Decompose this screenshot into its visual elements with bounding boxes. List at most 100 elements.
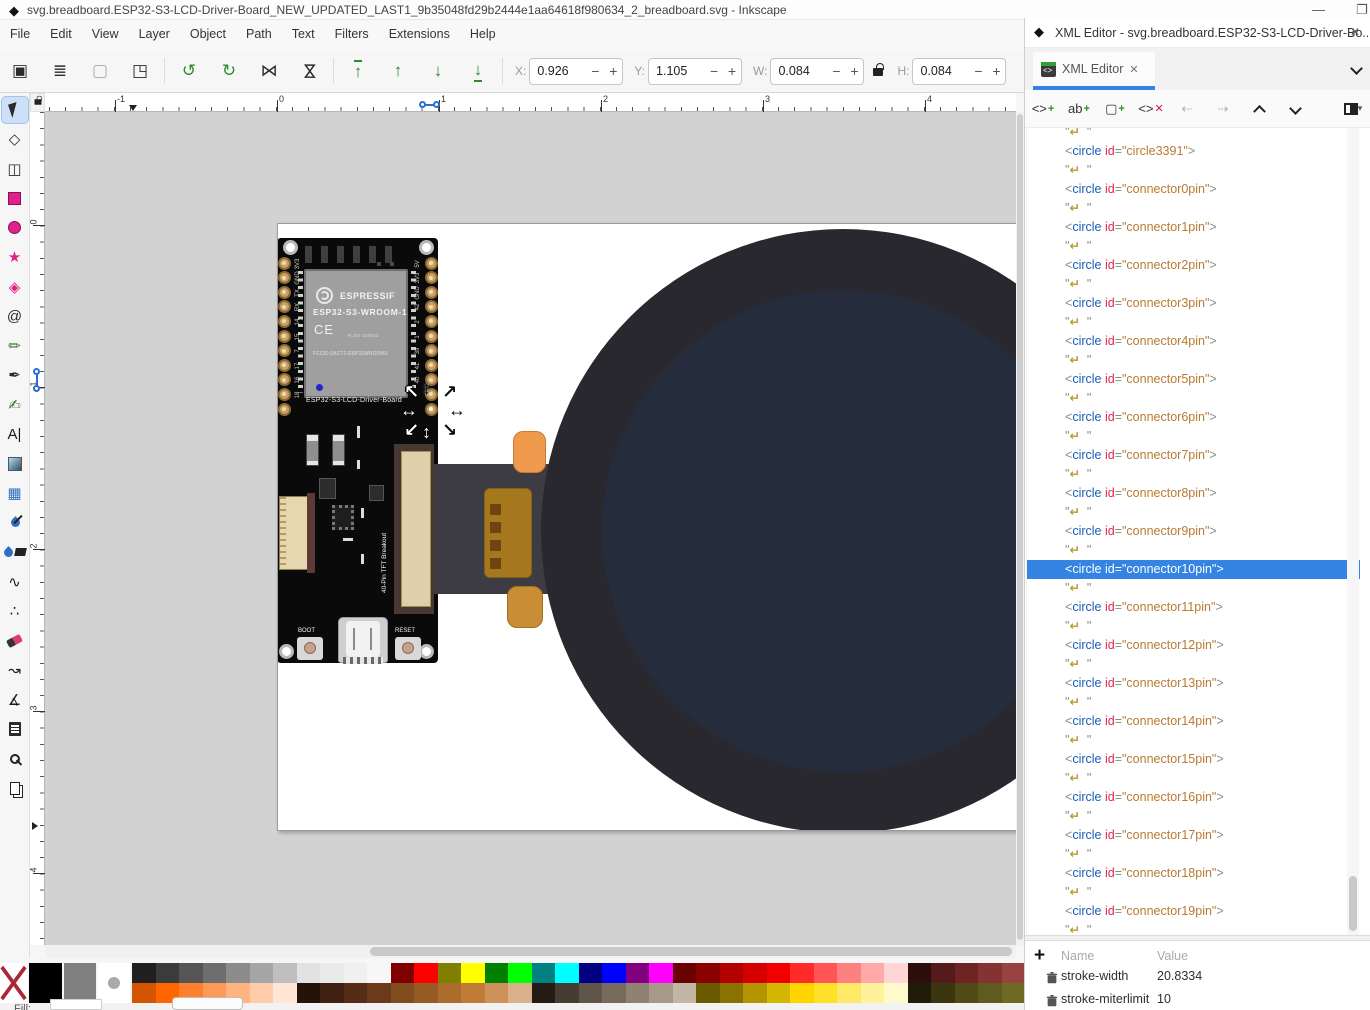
palette-color[interactable] (649, 963, 673, 983)
palette-color[interactable] (837, 983, 861, 1003)
palette-color[interactable] (649, 983, 673, 1003)
star-tool[interactable]: ★ (2, 244, 28, 270)
connector-pin[interactable] (278, 271, 291, 284)
pencil-tool[interactable]: ✏ (2, 333, 28, 359)
canvas-vscrollbar[interactable] (1016, 112, 1024, 945)
ruler-corner[interactable] (30, 93, 45, 112)
palette-color[interactable] (861, 963, 885, 983)
menu-path[interactable]: Path (236, 20, 282, 41)
delete-node-button[interactable]: <>✕ (1138, 97, 1164, 121)
xml-node-row[interactable]: <circle id="connector9pin"> (1027, 522, 1360, 541)
esp32-driver-board[interactable]: ESPRESSIF ESP32-S3-WROOM-1 CE R 201-2200… (277, 238, 438, 663)
xml-node-row[interactable]: <circle id="connector1pin"> (1027, 218, 1360, 237)
xml-node-row[interactable]: <circle id="connector18pin"> (1027, 864, 1360, 883)
panel-menu-chevron-icon[interactable] (1352, 60, 1361, 78)
xml-node-row[interactable]: <circle id="connector6pin"> (1027, 408, 1360, 427)
xml-text-node-row[interactable]: "↵ " (1027, 845, 1360, 864)
xml-text-node-row[interactable]: "↵ " (1027, 161, 1360, 180)
menu-layer[interactable]: Layer (129, 20, 180, 41)
scale-handle-ne[interactable]: ↗ (442, 383, 457, 401)
rotate-cw-button[interactable]: ↻ (214, 56, 244, 86)
eraser-tool[interactable] (2, 628, 28, 654)
palette-color[interactable] (226, 963, 250, 983)
palette-color[interactable] (461, 963, 485, 983)
connector-pin[interactable] (278, 388, 291, 401)
xml-node-row[interactable]: <circle id="connector12pin"> (1027, 636, 1360, 655)
palette-color[interactable] (273, 963, 297, 983)
palette-color[interactable] (931, 983, 955, 1003)
palette-color[interactable] (978, 983, 1002, 1003)
w-spinbox[interactable]: 0.084−+ (770, 58, 864, 85)
hruler-guide-handle[interactable] (419, 100, 441, 108)
move-node-up-button[interactable] (1246, 97, 1272, 121)
gradient-tool[interactable] (2, 451, 28, 477)
rectangle-tool[interactable] (2, 185, 28, 211)
xml-node-row[interactable]: <circle id="connector3pin"> (1027, 294, 1360, 313)
palette-color[interactable] (743, 963, 767, 983)
xml-tree-scrollbar[interactable] (1347, 128, 1359, 935)
xml-text-node-row[interactable]: "↵ " (1027, 541, 1360, 560)
maximize-button[interactable]: ❐ (1356, 2, 1368, 18)
xml-text-node-row[interactable]: "↵ " (1027, 503, 1360, 522)
calligraphy-tool[interactable]: ✍ (2, 392, 28, 418)
palette-color[interactable] (555, 963, 579, 983)
xml-text-node-row[interactable]: "↵ " (1027, 731, 1360, 750)
xml-node-row[interactable]: <circle id="connector4pin"> (1027, 332, 1360, 351)
add-attribute-button[interactable]: + (1034, 945, 1045, 967)
connector-pin[interactable] (278, 315, 291, 328)
panel-layout-button[interactable]: ▾ (1340, 97, 1366, 121)
tweak-tool[interactable]: ∿ (2, 569, 28, 595)
palette-color[interactable] (743, 983, 767, 1003)
palette-color[interactable] (485, 963, 509, 983)
attribute-row[interactable]: stroke-width20.8334 (1025, 966, 1370, 988)
lower-to-bottom-button[interactable]: ↓ (463, 56, 493, 86)
xml-node-row[interactable]: <circle id="connector13pin"> (1027, 674, 1360, 693)
xml-text-node-row[interactable]: "↵ " (1027, 275, 1360, 294)
xml-node-row[interactable]: <circle id="connector17pin"> (1027, 826, 1360, 845)
palette-color[interactable] (790, 963, 814, 983)
xml-text-node-row[interactable]: "↵ " (1027, 465, 1360, 484)
y-decrement-button[interactable]: − (705, 63, 723, 79)
attribute-row[interactable]: stroke-miterlimit10 (1025, 989, 1370, 1010)
palette-color[interactable] (344, 983, 368, 1003)
menu-edit[interactable]: Edit (40, 20, 82, 41)
connector-pin[interactable] (425, 257, 438, 270)
xml-text-node-row[interactable]: "↵ " (1027, 769, 1360, 788)
palette-color[interactable] (673, 983, 697, 1003)
palette-color[interactable] (814, 983, 838, 1003)
fill-swatch[interactable] (50, 999, 102, 1010)
xml-node-row[interactable]: <circle id="connector7pin"> (1027, 446, 1360, 465)
vscrollbar-thumb[interactable] (1017, 114, 1023, 940)
palette-color[interactable] (720, 963, 744, 983)
page-tool[interactable] (2, 716, 28, 742)
palette-color[interactable] (320, 963, 344, 983)
palette-color[interactable] (555, 983, 579, 1003)
palette-color[interactable] (673, 963, 697, 983)
x-spinbox[interactable]: 0.926−+ (529, 58, 623, 85)
scale-handle-e[interactable]: ↔ (448, 401, 466, 419)
xml-node-row[interactable]: <circle id="circle3391"> (1027, 142, 1360, 161)
palette-color[interactable] (767, 963, 791, 983)
swatch-gray-50[interactable] (64, 963, 96, 1003)
connector-pin[interactable] (278, 344, 291, 357)
menu-extensions[interactable]: Extensions (379, 20, 460, 41)
connector-pin[interactable] (278, 330, 291, 343)
palette-color[interactable] (1002, 963, 1026, 983)
flip-vertical-button[interactable]: ⋈ (294, 56, 324, 86)
palette-color[interactable] (1002, 983, 1026, 1003)
select-all-button[interactable]: ▣ (5, 56, 35, 86)
xml-text-node-row[interactable]: "↵ " (1027, 655, 1360, 674)
new-element-node-button[interactable]: <>+ (1030, 97, 1056, 121)
xml-text-node-row[interactable]: "↵ " (1027, 807, 1360, 826)
lock-aspect-icon[interactable] (873, 62, 883, 81)
palette-color[interactable] (602, 963, 626, 983)
xml-text-node-row[interactable]: "↵ " (1027, 313, 1360, 332)
xml-node-row[interactable]: <circle id="connector2pin"> (1027, 256, 1360, 275)
selected-connector-pin[interactable] (425, 403, 438, 416)
palette-color[interactable] (367, 983, 391, 1003)
connector-pin[interactable] (425, 359, 438, 372)
palette-color[interactable] (414, 963, 438, 983)
xml-text-node-row[interactable]: "↵ " (1027, 579, 1360, 598)
pen-tool[interactable]: ✒ (2, 362, 28, 388)
palette-color[interactable] (532, 983, 556, 1003)
